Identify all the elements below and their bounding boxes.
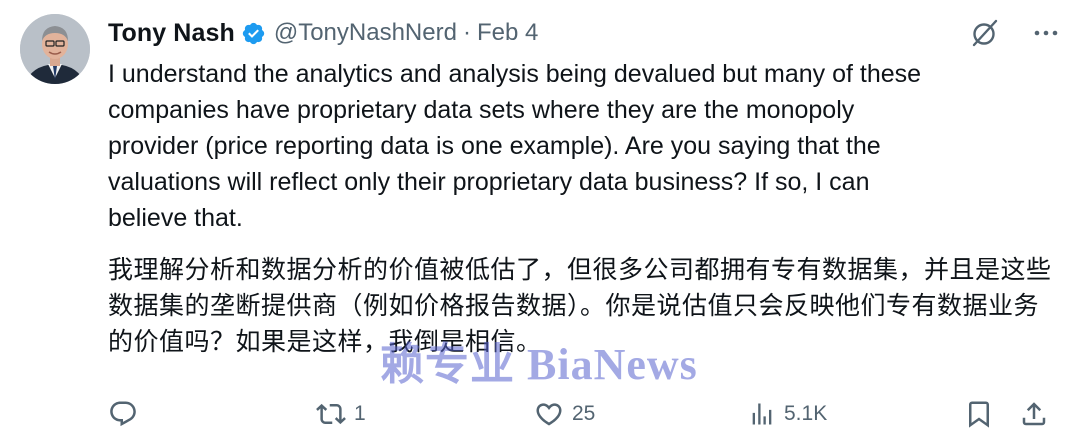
tweet-translation: 我理解分析和数据分析的价值被低估了，但很多公司都拥有专有数据集，并且是这些数据集… xyxy=(108,256,1052,356)
reply-icon xyxy=(110,401,136,427)
tweet-date[interactable]: Feb 4 xyxy=(477,19,538,47)
share-icon xyxy=(1022,402,1046,426)
reply-button[interactable] xyxy=(108,399,146,429)
views-icon xyxy=(752,403,772,425)
avatar[interactable] xyxy=(20,14,90,84)
share-button[interactable] xyxy=(1019,399,1049,429)
retweet-button[interactable]: 1 xyxy=(316,399,366,429)
tweet-actions: 1 25 5.1K xyxy=(108,396,1053,432)
retweet-count: 1 xyxy=(354,402,366,425)
retweet-icon xyxy=(316,403,346,425)
separator-dot: · xyxy=(462,19,471,46)
grok-icon[interactable] xyxy=(968,16,1002,50)
views-button[interactable]: 5.1K xyxy=(748,400,827,428)
avatar-image xyxy=(20,14,90,84)
views-count: 5.1K xyxy=(784,402,828,425)
author-handle[interactable]: @TonyNashNerd xyxy=(274,19,457,47)
heart-icon xyxy=(536,403,562,426)
header-actions xyxy=(968,16,1060,50)
author-name[interactable]: Tony Nash xyxy=(108,19,235,48)
verified-badge-icon xyxy=(241,21,266,46)
more-icon[interactable] xyxy=(1032,19,1060,47)
bookmark-icon xyxy=(969,401,989,428)
like-count: 25 xyxy=(572,402,596,425)
bookmark-button[interactable] xyxy=(964,399,994,429)
tweet-text: I understand the analytics and analysis … xyxy=(108,60,922,232)
like-button[interactable]: 25 xyxy=(534,399,595,429)
tweet-header: Tony Nash @TonyNashNerd · Feb 4 xyxy=(108,16,1060,50)
